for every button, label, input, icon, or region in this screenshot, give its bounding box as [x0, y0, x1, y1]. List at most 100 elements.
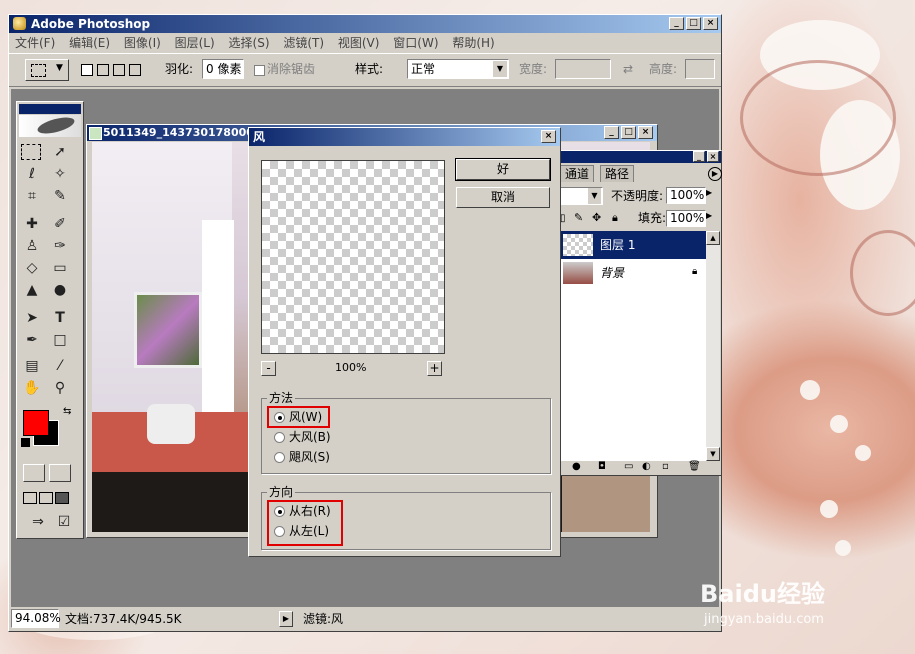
standard-mode-button[interactable]	[23, 464, 45, 482]
menu-help[interactable]: 帮助(H)	[452, 36, 494, 50]
cancel-button[interactable]: 取消	[456, 187, 550, 208]
hand-tool-icon[interactable]: ✋	[21, 378, 43, 398]
selection-mode-buttons[interactable]	[81, 62, 151, 78]
gradient-tool-icon[interactable]: ▭	[49, 258, 71, 278]
layers-scrollbar[interactable]: ▲ ▼	[706, 231, 720, 461]
new-set-icon[interactable]: ▭	[624, 461, 633, 472]
filter-preview[interactable]	[261, 160, 445, 354]
adjustment-layer-icon[interactable]: ◐	[642, 461, 651, 472]
layer-mask-icon[interactable]: ◘	[598, 461, 606, 472]
brush-tool-icon[interactable]: ✐	[49, 214, 71, 234]
layer-row[interactable]: 图层 1	[560, 231, 706, 259]
subtract-selection-icon[interactable]	[113, 64, 125, 76]
menu-image[interactable]: 图像(I)	[124, 36, 161, 50]
zoom-out-button[interactable]: -	[261, 361, 276, 376]
crop-tool-icon[interactable]: ⌗	[21, 186, 43, 206]
feather-label: 羽化:	[165, 62, 194, 76]
marquee-tool-preset[interactable]: ▼	[25, 59, 69, 81]
doc-minimize-button[interactable]: _	[604, 126, 619, 139]
ok-button[interactable]: 好	[455, 158, 551, 181]
menu-select[interactable]: 选择(S)	[229, 36, 270, 50]
new-layer-icon[interactable]: ▫	[662, 461, 669, 472]
default-colors-icon[interactable]	[21, 438, 30, 447]
dodge-tool-icon[interactable]: ●	[49, 280, 71, 300]
history-brush-tool-icon[interactable]: ✑	[49, 236, 71, 256]
opacity-arrow-icon[interactable]: ▶	[706, 188, 712, 197]
rect-marquee-tool-icon[interactable]	[21, 144, 41, 160]
healing-brush-tool-icon[interactable]: ✚	[21, 214, 43, 234]
intersect-selection-icon[interactable]	[129, 64, 141, 76]
notes-tool-icon[interactable]: ▤	[21, 356, 43, 376]
quick-mask-button[interactable]	[49, 464, 71, 482]
fill-input[interactable]: 100%	[666, 210, 706, 227]
screen-mode-1-icon[interactable]	[23, 492, 37, 504]
move-tool-icon[interactable]: ➚	[49, 142, 71, 162]
doc-maximize-button[interactable]: □	[621, 126, 636, 139]
menu-view[interactable]: 视图(V)	[338, 36, 380, 50]
path-selection-tool-icon[interactable]: ➤	[21, 308, 43, 328]
status-menu-arrow-icon[interactable]: ▶	[279, 611, 293, 627]
tab-channels[interactable]: 通道	[560, 165, 595, 182]
slice-tool-icon[interactable]: ✎	[49, 186, 71, 206]
eraser-tool-icon[interactable]: ◇	[21, 258, 43, 278]
menu-layer[interactable]: 图层(L)	[175, 36, 215, 50]
screen-mode-2-icon[interactable]	[39, 492, 53, 504]
trash-icon[interactable]: 🗑︎	[688, 461, 701, 472]
layer-name[interactable]: 图层 1	[600, 231, 635, 259]
feather-logo[interactable]	[19, 114, 81, 137]
layers-close-button[interactable]: ×	[707, 151, 719, 162]
menu-edit[interactable]: 编辑(E)	[69, 36, 110, 50]
antialias-checkbox[interactable]	[254, 65, 265, 76]
clone-stamp-tool-icon[interactable]: ♙	[21, 236, 43, 256]
layers-minimize-button[interactable]: _	[693, 151, 705, 162]
chevron-down-icon[interactable]: ▼	[493, 61, 507, 77]
layer-style-icon[interactable]: ●	[572, 461, 581, 472]
style-select[interactable]: 正常 ▼	[407, 59, 509, 79]
foreground-color-swatch[interactable]	[23, 410, 49, 436]
scroll-down-icon[interactable]: ▼	[706, 447, 720, 461]
magic-wand-tool-icon[interactable]: ✧	[49, 164, 71, 184]
blur-tool-icon[interactable]: ▲	[21, 280, 43, 300]
scroll-up-icon[interactable]: ▲	[706, 231, 720, 245]
zoom-tool-icon[interactable]: ⚲	[49, 378, 71, 398]
zoom-field[interactable]: 94.08%	[11, 609, 61, 628]
panel-menu-icon[interactable]: ▶	[708, 167, 722, 181]
blend-mode-select[interactable]: ▼	[558, 187, 603, 205]
eyedropper-tool-icon[interactable]: ⁄	[49, 356, 71, 376]
jump-to-imageready-icon[interactable]: ⇒	[27, 512, 49, 532]
zoom-in-button[interactable]: +	[427, 361, 442, 376]
width-input[interactable]	[555, 59, 611, 79]
minimize-button[interactable]: _	[669, 17, 684, 30]
layer-row[interactable]: 背景 🔒︎	[560, 259, 706, 287]
type-tool-icon[interactable]: T	[49, 308, 71, 328]
method-blast-label[interactable]: 大风(B)	[289, 430, 331, 444]
method-stagger-label[interactable]: 飓风(S)	[289, 450, 330, 464]
dialog-close-button[interactable]: ×	[541, 130, 556, 143]
shape-tool-icon[interactable]: □	[49, 330, 71, 350]
lasso-tool-icon[interactable]: ℓ	[21, 164, 43, 184]
height-input[interactable]	[685, 59, 715, 79]
tab-paths[interactable]: 路径	[600, 165, 635, 182]
menu-window[interactable]: 窗口(W)	[393, 36, 438, 50]
screen-mode-3-icon[interactable]	[55, 492, 69, 504]
menu-filter[interactable]: 滤镜(T)	[283, 36, 324, 50]
feather-input[interactable]: 0 像素	[202, 59, 244, 79]
checkmark-icon[interactable]: ☑	[53, 512, 75, 532]
swap-colors-icon[interactable]: ⇆	[63, 406, 71, 417]
pen-tool-icon[interactable]: ✒	[21, 330, 43, 350]
lock-all-icon[interactable]: 🔒︎	[612, 211, 618, 225]
close-button[interactable]: ×	[703, 17, 718, 30]
maximize-button[interactable]: □	[686, 17, 701, 30]
method-stagger-radio[interactable]	[274, 452, 285, 463]
lock-brush-icon[interactable]: ✎	[574, 211, 583, 224]
layer-name[interactable]: 背景	[600, 259, 624, 287]
opacity-input[interactable]: 100%	[666, 187, 706, 204]
fill-arrow-icon[interactable]: ▶	[706, 211, 712, 220]
doc-close-button[interactable]: ×	[638, 126, 653, 139]
method-blast-radio[interactable]	[274, 432, 285, 443]
new-selection-icon[interactable]	[81, 64, 93, 76]
swap-icon[interactable]: ⇄	[623, 59, 633, 79]
lock-position-icon[interactable]: ✥	[592, 211, 601, 224]
add-selection-icon[interactable]	[97, 64, 109, 76]
menu-file[interactable]: 文件(F)	[15, 36, 55, 50]
